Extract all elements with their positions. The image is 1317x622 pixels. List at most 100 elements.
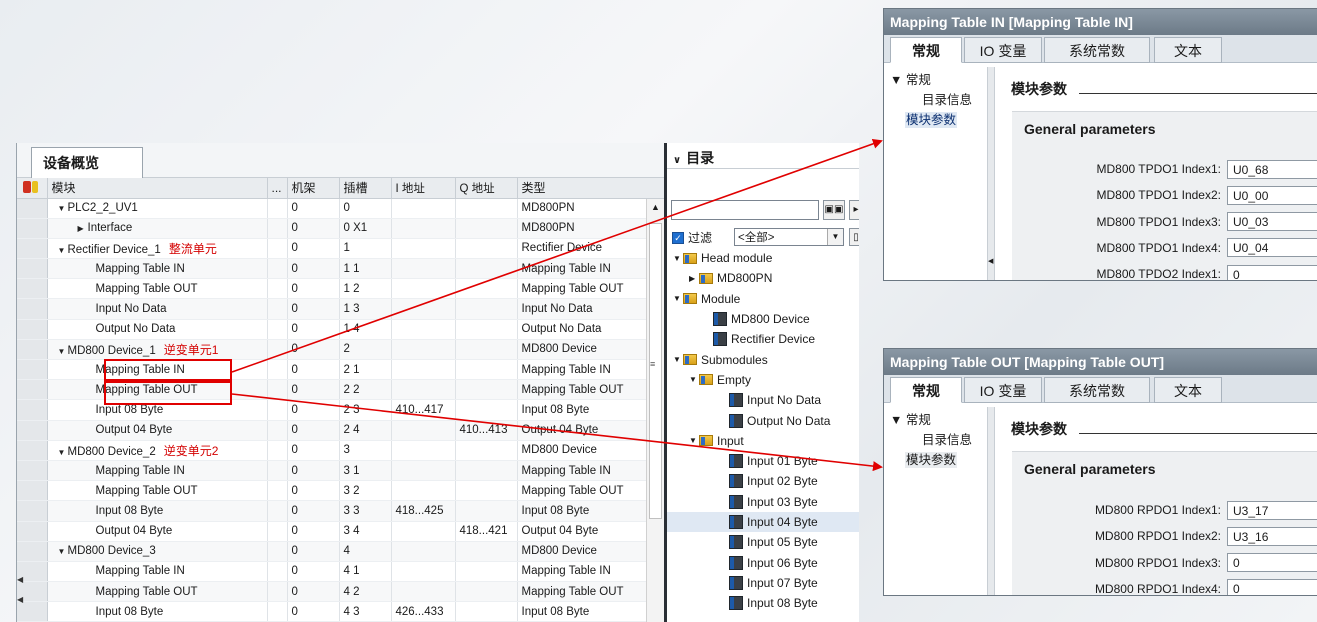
catalog-tree-item[interactable]: ▼ Input: [667, 431, 859, 451]
nav-scrollbar[interactable]: ◀: [987, 67, 995, 280]
table-row[interactable]: ▼ Rectifier Device_1 整流单元 0 1 Rectifier Devic…: [17, 238, 664, 260]
col-header-q-address[interactable]: Q 地址: [455, 178, 518, 199]
cell-module[interactable]: Input 08 Byte: [47, 601, 268, 622]
scroll-up-icon[interactable]: ▲: [651, 202, 660, 212]
param-value-field[interactable]: 0: [1227, 264, 1317, 280]
catalog-tree-item[interactable]: ▼ Module: [667, 289, 859, 309]
table-row[interactable]: Mapping Table IN 0 1 1 Mapping Table IN: [17, 258, 664, 280]
param-value-field[interactable]: U0_04: [1227, 238, 1317, 258]
cell-module[interactable]: ▼ PLC2_2_UV1: [47, 198, 268, 219]
search-next-button[interactable]: ▸: [849, 200, 859, 220]
catalog-tree-item[interactable]: Input 01 Byte: [667, 451, 859, 471]
cell-module[interactable]: ▼ MD800 Device_3: [47, 541, 268, 562]
expand-down-icon[interactable]: ▼: [689, 436, 699, 445]
table-row[interactable]: ▼ MD800 Device_3 0 4 MD800 Device: [17, 541, 664, 562]
tab-io-tags[interactable]: IO 变量: [964, 377, 1042, 403]
expand-down-icon[interactable]: ▼: [673, 294, 683, 303]
catalog-tree-item[interactable]: Rectifier Device: [667, 329, 859, 349]
cell-module[interactable]: Input No Data: [47, 298, 268, 320]
expand-down-icon[interactable]: ▼: [673, 355, 683, 364]
catalog-tree-item[interactable]: Input 05 Byte: [667, 532, 859, 552]
table-row[interactable]: Output 04 Byte 0 3 4 418...421 Output 04 Byt…: [17, 521, 664, 542]
cell-module[interactable]: ▼ MD800 Device_2 逆变单元2: [47, 440, 268, 461]
expand-down-icon[interactable]: ▼: [58, 547, 68, 556]
catalog-tree-item[interactable]: Input 06 Byte: [667, 552, 859, 572]
table-row[interactable]: Output No Data 0 1 4 Output No Data: [17, 319, 664, 340]
tab-general[interactable]: 常规: [890, 377, 962, 403]
nav-item-general[interactable]: ▼ 常规: [884, 410, 988, 430]
param-value-field[interactable]: U0_00: [1227, 185, 1317, 205]
scrollbar-thumb[interactable]: [649, 223, 662, 519]
cell-module[interactable]: Mapping Table IN: [47, 561, 268, 583]
catalog-tree-item[interactable]: Input 02 Byte: [667, 471, 859, 491]
catalog-tree-item[interactable]: Input 04 Byte: [667, 511, 859, 533]
expand-down-icon[interactable]: ▼: [58, 347, 68, 356]
search-binoculars-button[interactable]: ▣▣: [823, 200, 845, 220]
filter-checkbox[interactable]: ✓: [672, 231, 684, 244]
expand-down-icon[interactable]: ▼: [58, 246, 68, 255]
cell-module[interactable]: Output No Data: [47, 319, 268, 340]
tab-system-constants[interactable]: 系统常数: [1044, 37, 1150, 63]
tab-texts[interactable]: 文本: [1154, 377, 1222, 403]
table-row[interactable]: Mapping Table OUT 0 4 2 Mapping Table OUT: [17, 581, 664, 603]
param-value-field[interactable]: 0: [1227, 579, 1317, 595]
catalog-tree-item[interactable]: Input 03 Byte: [667, 492, 859, 512]
col-header-slot[interactable]: 插槽: [339, 178, 392, 199]
table-row[interactable]: Input 08 Byte 0 3 3 418...425 Input 08 Byte: [17, 500, 664, 522]
col-header-type[interactable]: 类型: [517, 178, 664, 199]
table-row[interactable]: Input No Data 0 1 3 Input No Data: [17, 298, 664, 320]
table-row[interactable]: ▶ Interface 0 0 X1 MD800PN: [17, 218, 664, 239]
expand-down-icon[interactable]: ▼: [673, 254, 683, 263]
tab-io-tags[interactable]: IO 变量: [964, 37, 1042, 63]
nav-item-module-parameters[interactable]: 模块参数: [884, 450, 988, 470]
col-header-i-address[interactable]: I 地址: [391, 178, 456, 199]
table-row[interactable]: Input 08 Byte 0 4 3 426...433 Input 08 Byte: [17, 601, 664, 622]
cell-module[interactable]: Mapping Table OUT: [47, 278, 268, 300]
cell-module[interactable]: Output 04 Byte: [47, 521, 268, 542]
expand-right-icon[interactable]: ▶: [78, 224, 88, 233]
cell-module[interactable]: Input 08 Byte: [47, 500, 268, 522]
catalog-tree-item[interactable]: Input 07 Byte: [667, 573, 859, 593]
param-value-field[interactable]: U3_17: [1227, 500, 1317, 520]
filter-select[interactable]: <全部> ▼: [734, 228, 844, 246]
cell-module[interactable]: Mapping Table IN: [47, 460, 268, 482]
chevron-down-icon[interactable]: ∨: [673, 155, 681, 166]
catalog-tree-item[interactable]: MD800 Device: [667, 309, 859, 329]
param-value-field[interactable]: 0: [1227, 553, 1317, 573]
table-row[interactable]: Output 04 Byte 0 2 4 410...413 Output 04 Byt…: [17, 420, 664, 441]
col-header-rack[interactable]: 机架: [287, 178, 340, 199]
catalog-tree-item[interactable]: ▼ Submodules: [667, 349, 859, 369]
catalog-tree-item[interactable]: Input 08 Byte: [667, 593, 859, 613]
catalog-search-input[interactable]: [671, 200, 819, 220]
catalog-header[interactable]: ∨ 目录: [667, 143, 859, 169]
tab-texts[interactable]: 文本: [1154, 37, 1222, 63]
col-header-more[interactable]: ...: [267, 178, 288, 199]
nav-item-general[interactable]: ▼ 常规: [884, 70, 988, 90]
expand-down-icon[interactable]: ▼: [689, 375, 699, 384]
table-row[interactable]: Mapping Table OUT 0 3 2 Mapping Table OUT: [17, 480, 664, 502]
nav-scrollbar[interactable]: [987, 407, 995, 595]
filter-toggle[interactable]: ✓ 过滤: [672, 229, 712, 246]
filter-options-button[interactable]: ▯: [849, 228, 859, 246]
cell-module[interactable]: Output 04 Byte: [47, 420, 268, 441]
param-value-field[interactable]: U0_03: [1227, 212, 1317, 232]
table-row[interactable]: ▼ PLC2_2_UV1 0 0 MD800PN: [17, 198, 664, 219]
expand-right-icon[interactable]: ▶: [689, 274, 699, 283]
param-value-field[interactable]: U3_16: [1227, 526, 1317, 546]
cell-module[interactable]: Mapping Table OUT: [47, 581, 268, 603]
param-value-field[interactable]: U0_68: [1227, 159, 1317, 179]
expand-down-icon[interactable]: ▼: [58, 204, 68, 213]
cell-module[interactable]: ▼ Rectifier Device_1 整流单元: [47, 238, 268, 260]
cell-module[interactable]: Mapping Table OUT: [47, 480, 268, 502]
tab-general[interactable]: 常规: [890, 37, 962, 63]
cell-module[interactable]: ▶ Interface: [47, 218, 268, 239]
catalog-tree-item[interactable]: ▶ MD800PN: [667, 268, 859, 288]
table-row[interactable]: Mapping Table IN 0 3 1 Mapping Table IN: [17, 460, 664, 482]
nav-item-catalog-info[interactable]: 目录信息: [884, 430, 988, 450]
table-row[interactable]: Mapping Table IN 0 4 1 Mapping Table IN: [17, 561, 664, 583]
catalog-tree-item[interactable]: Output No Data: [667, 410, 859, 430]
nav-item-catalog-info[interactable]: 目录信息: [884, 90, 988, 110]
table-row[interactable]: ▼ MD800 Device_2 逆变单元2 0 3 MD800 Device: [17, 440, 664, 461]
cell-module[interactable]: ▼ MD800 Device_1 逆变单元1: [47, 339, 268, 361]
col-header-module[interactable]: 模块: [47, 178, 268, 199]
